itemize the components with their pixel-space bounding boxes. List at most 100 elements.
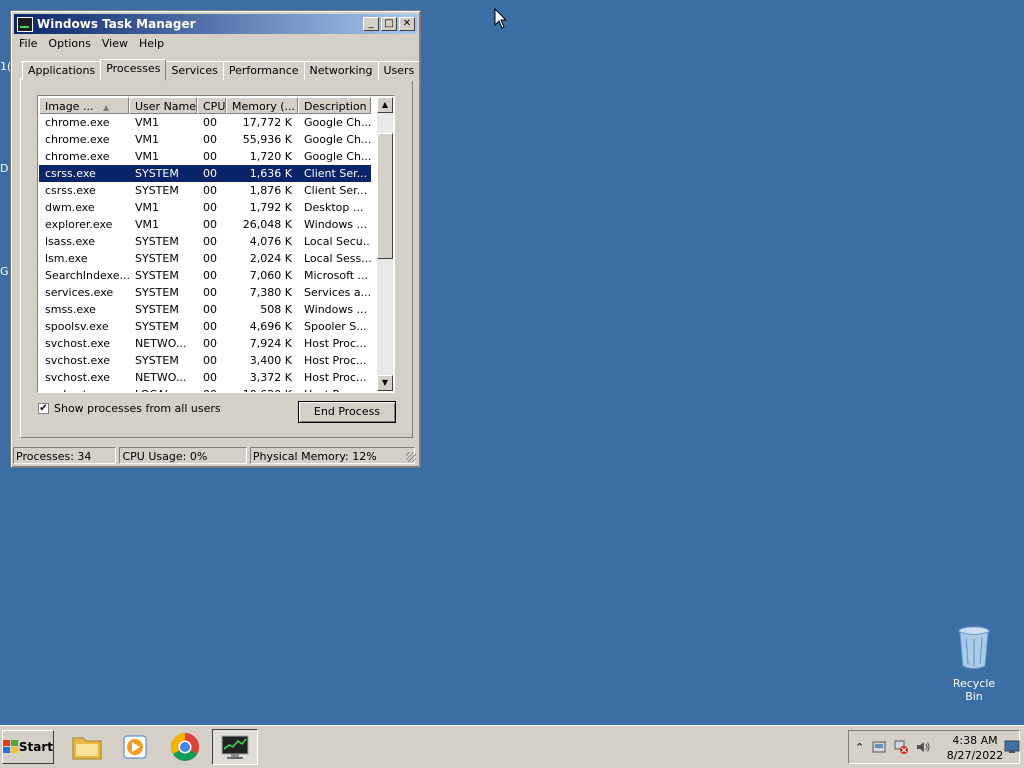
process-image-cell: csrss.exe (45, 167, 96, 180)
process-image-cell: chrome.exe (45, 150, 110, 163)
process-image-cell: svchost.exe (39, 386, 129, 392)
taskbar-explorer-button[interactable] (64, 729, 110, 765)
column-header-description[interactable]: Description (298, 97, 371, 114)
process-row[interactable]: csrss.exe SYSTEM 00 1,876 K Client Ser... (39, 182, 371, 199)
tab-performance[interactable]: Performance (222, 61, 305, 81)
show-hidden-icons-chevron-icon[interactable]: ⌃ (855, 741, 864, 754)
process-list[interactable]: Image ... ▲ User Name CPU Memory (... De… (37, 95, 395, 393)
process-desc-cell: Host Proc... (304, 371, 367, 384)
scroll-thumb[interactable] (377, 133, 393, 259)
tab-applications[interactable]: Applications (22, 61, 102, 81)
tab-users[interactable]: Users (377, 61, 421, 81)
close-button[interactable]: ✕ (399, 17, 415, 31)
scroll-down-button[interactable]: ▼ (377, 375, 393, 391)
status-cpu-usage: CPU Usage: 0% (119, 447, 247, 464)
process-image-cell: smss.exe (45, 303, 96, 316)
end-process-button[interactable]: End Process (298, 401, 396, 423)
menu-options[interactable]: Options (44, 35, 97, 53)
process-mem-cell: 10,620 K (226, 386, 298, 392)
clock-time: 4:38 AM (952, 734, 998, 747)
vertical-scrollbar[interactable]: ▲ ▼ (377, 97, 393, 391)
process-row[interactable]: csrss.exe SYSTEM 00 1,636 K Client Ser... (39, 165, 371, 182)
column-header-image[interactable]: Image ... ▲ (39, 97, 129, 114)
task-manager-icon (221, 735, 249, 759)
menu-file[interactable]: File (15, 35, 44, 53)
process-row[interactable]: dwm.exe VM1 00 1,792 K Desktop ... (39, 199, 371, 216)
resize-grip[interactable] (406, 452, 416, 462)
sort-ascending-icon: ▲ (102, 103, 110, 112)
process-row[interactable]: chrome.exe VM1 00 55,936 K Google Ch... (39, 131, 371, 148)
folder-icon (72, 737, 102, 760)
media-player-icon (123, 735, 147, 759)
volume-icon[interactable] (915, 739, 931, 755)
process-row[interactable]: chrome.exe VM1 00 17,772 K Google Ch... (39, 114, 371, 131)
process-rows: chrome.exe VM1 00 17,772 K Google Ch... chrom… (39, 114, 371, 392)
tab-processes[interactable]: Processes (100, 59, 167, 81)
process-desc-cell: Google Ch... (304, 116, 371, 129)
taskbar-task-manager-button[interactable] (212, 729, 258, 765)
process-cpu-cell: 00 (203, 269, 217, 282)
process-row[interactable]: smss.exe SYSTEM 00 508 K Windows ... (39, 301, 371, 318)
process-image-cell: SearchIndexe... (45, 269, 129, 282)
desktop-icon-label-partial[interactable]: G (0, 265, 9, 278)
taskbar-media-player-button[interactable] (112, 729, 158, 765)
process-image-cell: chrome.exe (45, 116, 110, 129)
process-row[interactable]: svchost.exe SYSTEM 00 3,400 K Host Proc... (39, 352, 371, 369)
process-user-cell: SYSTEM (135, 167, 179, 180)
process-cpu-cell: 00 (203, 354, 217, 367)
start-button[interactable]: Start (2, 730, 54, 764)
tab-networking[interactable]: Networking (303, 61, 379, 81)
tab-services[interactable]: Services (165, 61, 224, 81)
scroll-up-button[interactable]: ▲ (377, 97, 393, 113)
process-cpu-cell: 00 (203, 371, 217, 384)
process-user-cell: VM1 (135, 201, 160, 214)
process-cpu-cell: 00 (203, 150, 217, 163)
process-image-cell: lsm.exe (45, 252, 88, 265)
show-all-users-checkbox[interactable]: ✔ (38, 403, 49, 414)
process-row[interactable]: lsass.exe SYSTEM 00 4,076 K Local Secu... (39, 233, 371, 250)
clock[interactable]: 4:38 AM 8/27/2022 (945, 733, 1005, 763)
process-row[interactable]: svchost.exe NETWO... 00 7,924 K Host Proc... (39, 335, 371, 352)
show-all-users-option[interactable]: ✔ Show processes from all users (38, 402, 221, 415)
process-image-cell: explorer.exe (45, 218, 113, 231)
taskbar-chrome-button[interactable] (162, 729, 208, 765)
process-desc-cell: Host Proc... (304, 337, 367, 350)
process-row[interactable]: lsm.exe SYSTEM 00 2,024 K Local Sess... (39, 250, 371, 267)
process-mem-cell: 1,720 K (249, 150, 292, 163)
recycle-bin[interactable]: Recycle Bin (944, 626, 1004, 703)
process-mem-cell: 1,876 K (249, 184, 292, 197)
process-row[interactable]: explorer.exe VM1 00 26,048 K Windows ... (39, 216, 371, 233)
process-desc-cell: Services a... (304, 286, 371, 299)
minimize-button[interactable]: _ (363, 17, 379, 31)
action-center-icon[interactable] (871, 739, 887, 755)
process-cpu-cell: 00 (203, 337, 217, 350)
menu-view[interactable]: View (98, 35, 135, 53)
column-header-user[interactable]: User Name (129, 97, 197, 114)
process-desc-cell: Windows ... (304, 218, 368, 231)
desktop-icon-label-partial[interactable]: D (0, 162, 8, 175)
process-mem-cell: 4,076 K (249, 235, 292, 248)
title-bar[interactable]: Windows Task Manager _ □ ✕ (14, 14, 417, 34)
process-user-cell: SYSTEM (135, 320, 179, 333)
process-cpu-cell: 00 (203, 235, 217, 248)
column-header-memory[interactable]: Memory (... (226, 97, 298, 114)
show-desktop-icon[interactable] (1004, 740, 1020, 754)
network-error-icon[interactable] (893, 739, 909, 755)
process-mem-cell: 3,372 K (249, 371, 292, 384)
process-user-cell: VM1 (135, 116, 160, 129)
process-row[interactable]: spoolsv.exe SYSTEM 00 4,696 K Spooler S... (39, 318, 371, 335)
recycle-bin-icon (958, 626, 990, 669)
process-row[interactable]: svchost.exe NETWO... 00 3,372 K Host Proc... (39, 369, 371, 386)
process-user-cell: SYSTEM (135, 235, 179, 248)
process-user-cell: SYSTEM (135, 252, 179, 265)
maximize-button[interactable]: □ (381, 17, 397, 31)
process-row[interactable]: svchost.exeLOCAL...0010,620 KHost Proc..… (39, 386, 371, 392)
menu-help[interactable]: Help (135, 35, 171, 53)
process-mem-cell: 4,696 K (249, 320, 292, 333)
process-row[interactable]: chrome.exe VM1 00 1,720 K Google Ch... (39, 148, 371, 165)
process-row[interactable]: services.exe SYSTEM 00 7,380 K Services a... (39, 284, 371, 301)
column-header-cpu[interactable]: CPU (197, 97, 226, 114)
process-row[interactable]: SearchIndexe... SYSTEM 00 7,060 K Microsoft … (39, 267, 371, 284)
process-image-cell: services.exe (45, 286, 114, 299)
process-image-cell: chrome.exe (45, 133, 110, 146)
